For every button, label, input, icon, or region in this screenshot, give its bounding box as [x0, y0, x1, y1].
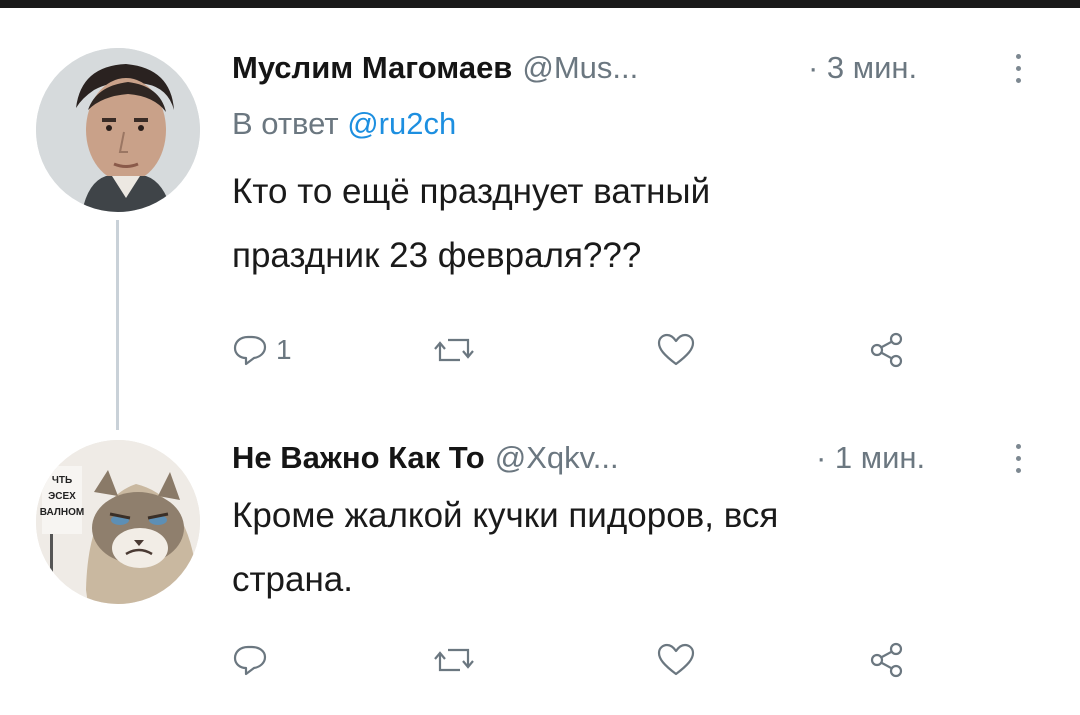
retweet-button[interactable] [432, 330, 476, 370]
more-icon[interactable] [1012, 438, 1024, 478]
like-button[interactable] [656, 640, 696, 680]
retweet-icon [434, 338, 474, 362]
like-icon [657, 333, 695, 366]
top-status-bar [0, 0, 1080, 8]
reply-mention-link[interactable]: @ru2ch [347, 106, 456, 141]
reply-count: 1 [276, 334, 292, 365]
sign-text: ЭСЕХ [48, 491, 76, 502]
tweet-header: Муслим Магомаев @Mus... [232, 48, 638, 88]
display-name[interactable]: Не Важно Как То [232, 440, 485, 476]
reply-icon [233, 335, 267, 366]
tweet-text-line: Кроме жалкой кучки пидоров, вся [232, 496, 779, 535]
user-handle[interactable]: @Xqkv... [495, 440, 619, 476]
tweet-text: Кроме жалкой кучки пидоров, вся страна. [232, 484, 992, 612]
tweet-header: Не Важно Как То @Xqkv... [232, 438, 619, 478]
thread-line [116, 220, 119, 430]
sign-text: ЧТЬ [52, 475, 72, 486]
tweet-text-line: праздник 23 февраля??? [232, 236, 642, 275]
more-icon[interactable] [1012, 48, 1024, 88]
share-button[interactable] [868, 330, 906, 370]
retweet-icon [434, 648, 474, 672]
retweet-button[interactable] [432, 640, 476, 680]
tweet-text-line: Кто то ещё празднует ватный [232, 172, 711, 211]
avatar[interactable] [36, 48, 200, 212]
like-button[interactable] [656, 330, 696, 370]
avatar[interactable]: ЧТЬ ЭСЕХ ВАЛНОМ [36, 440, 200, 604]
tweet-text: Кто то ещё празднует ватный праздник 23 … [232, 160, 992, 288]
reply-icon [233, 645, 267, 676]
grumpy-cat-image: ЧТЬ ЭСЕХ ВАЛНОМ [36, 440, 200, 604]
man-portrait-image [36, 48, 200, 212]
reply-context: В ответ @ru2ch [232, 106, 456, 142]
share-button[interactable] [868, 640, 906, 680]
display-name[interactable]: Муслим Магомаев [232, 50, 512, 86]
tweet-text-line: страна. [232, 560, 353, 599]
like-icon [657, 643, 695, 676]
share-icon [870, 642, 903, 678]
reply-button[interactable] [232, 640, 268, 680]
reply-prefix: В ответ [232, 106, 339, 141]
reply-button[interactable]: 1 [232, 330, 292, 370]
timestamp[interactable]: · 1 мин. [816, 440, 925, 476]
share-icon [870, 332, 903, 368]
user-handle[interactable]: @Mus... [522, 50, 638, 86]
timestamp[interactable]: · 3 мин. [808, 50, 917, 86]
sign-text: ВАЛНОМ [40, 507, 84, 518]
